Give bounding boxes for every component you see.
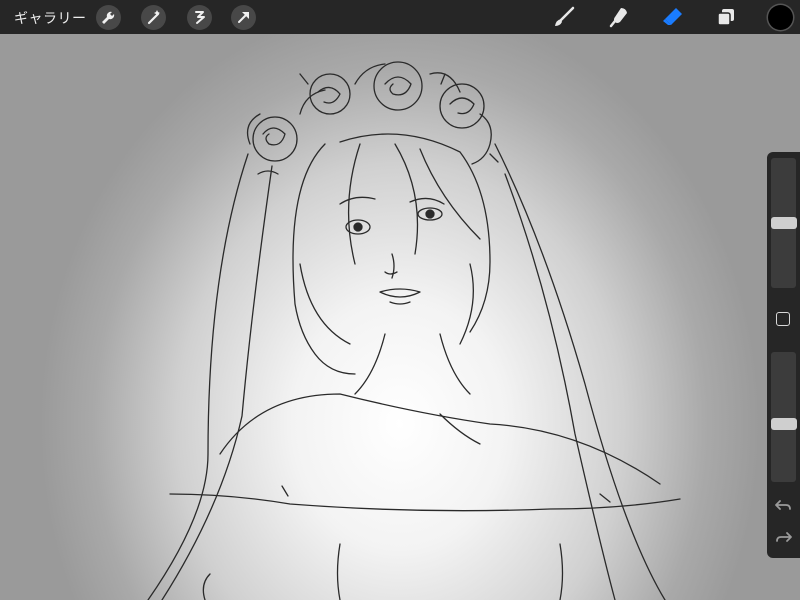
selection-icon[interactable] xyxy=(187,5,212,30)
hair xyxy=(292,143,356,375)
magic-wand-icon[interactable] xyxy=(141,5,166,30)
opacity-slider[interactable] xyxy=(771,352,796,482)
redo-icon[interactable] xyxy=(767,527,800,547)
drawing-canvas[interactable] xyxy=(0,34,800,600)
neck xyxy=(354,333,471,395)
smudge-icon[interactable] xyxy=(606,4,632,30)
sketch-artwork xyxy=(147,61,681,600)
shoulders xyxy=(219,393,661,485)
veil-right xyxy=(494,143,666,600)
opacity-thumb[interactable] xyxy=(771,418,797,430)
brush-icon[interactable] xyxy=(551,4,577,30)
modify-square-icon[interactable] xyxy=(776,312,790,326)
mouth xyxy=(379,288,421,298)
undo-icon[interactable] xyxy=(767,495,800,515)
eraser-icon[interactable] xyxy=(660,4,686,30)
nose xyxy=(384,253,398,279)
eyebrows xyxy=(339,196,445,205)
veil-left xyxy=(147,153,249,600)
side-toolbar xyxy=(767,152,800,558)
gallery-button[interactable]: ギャラリー xyxy=(14,8,87,28)
flower-crown xyxy=(246,61,499,175)
color-picker-button[interactable] xyxy=(768,5,793,30)
top-toolbar: ギャラリー xyxy=(0,0,800,34)
brush-size-thumb[interactable] xyxy=(771,217,797,229)
layers-icon[interactable] xyxy=(713,4,739,30)
transform-arrow-icon[interactable] xyxy=(231,5,256,30)
wrench-icon[interactable] xyxy=(96,5,121,30)
